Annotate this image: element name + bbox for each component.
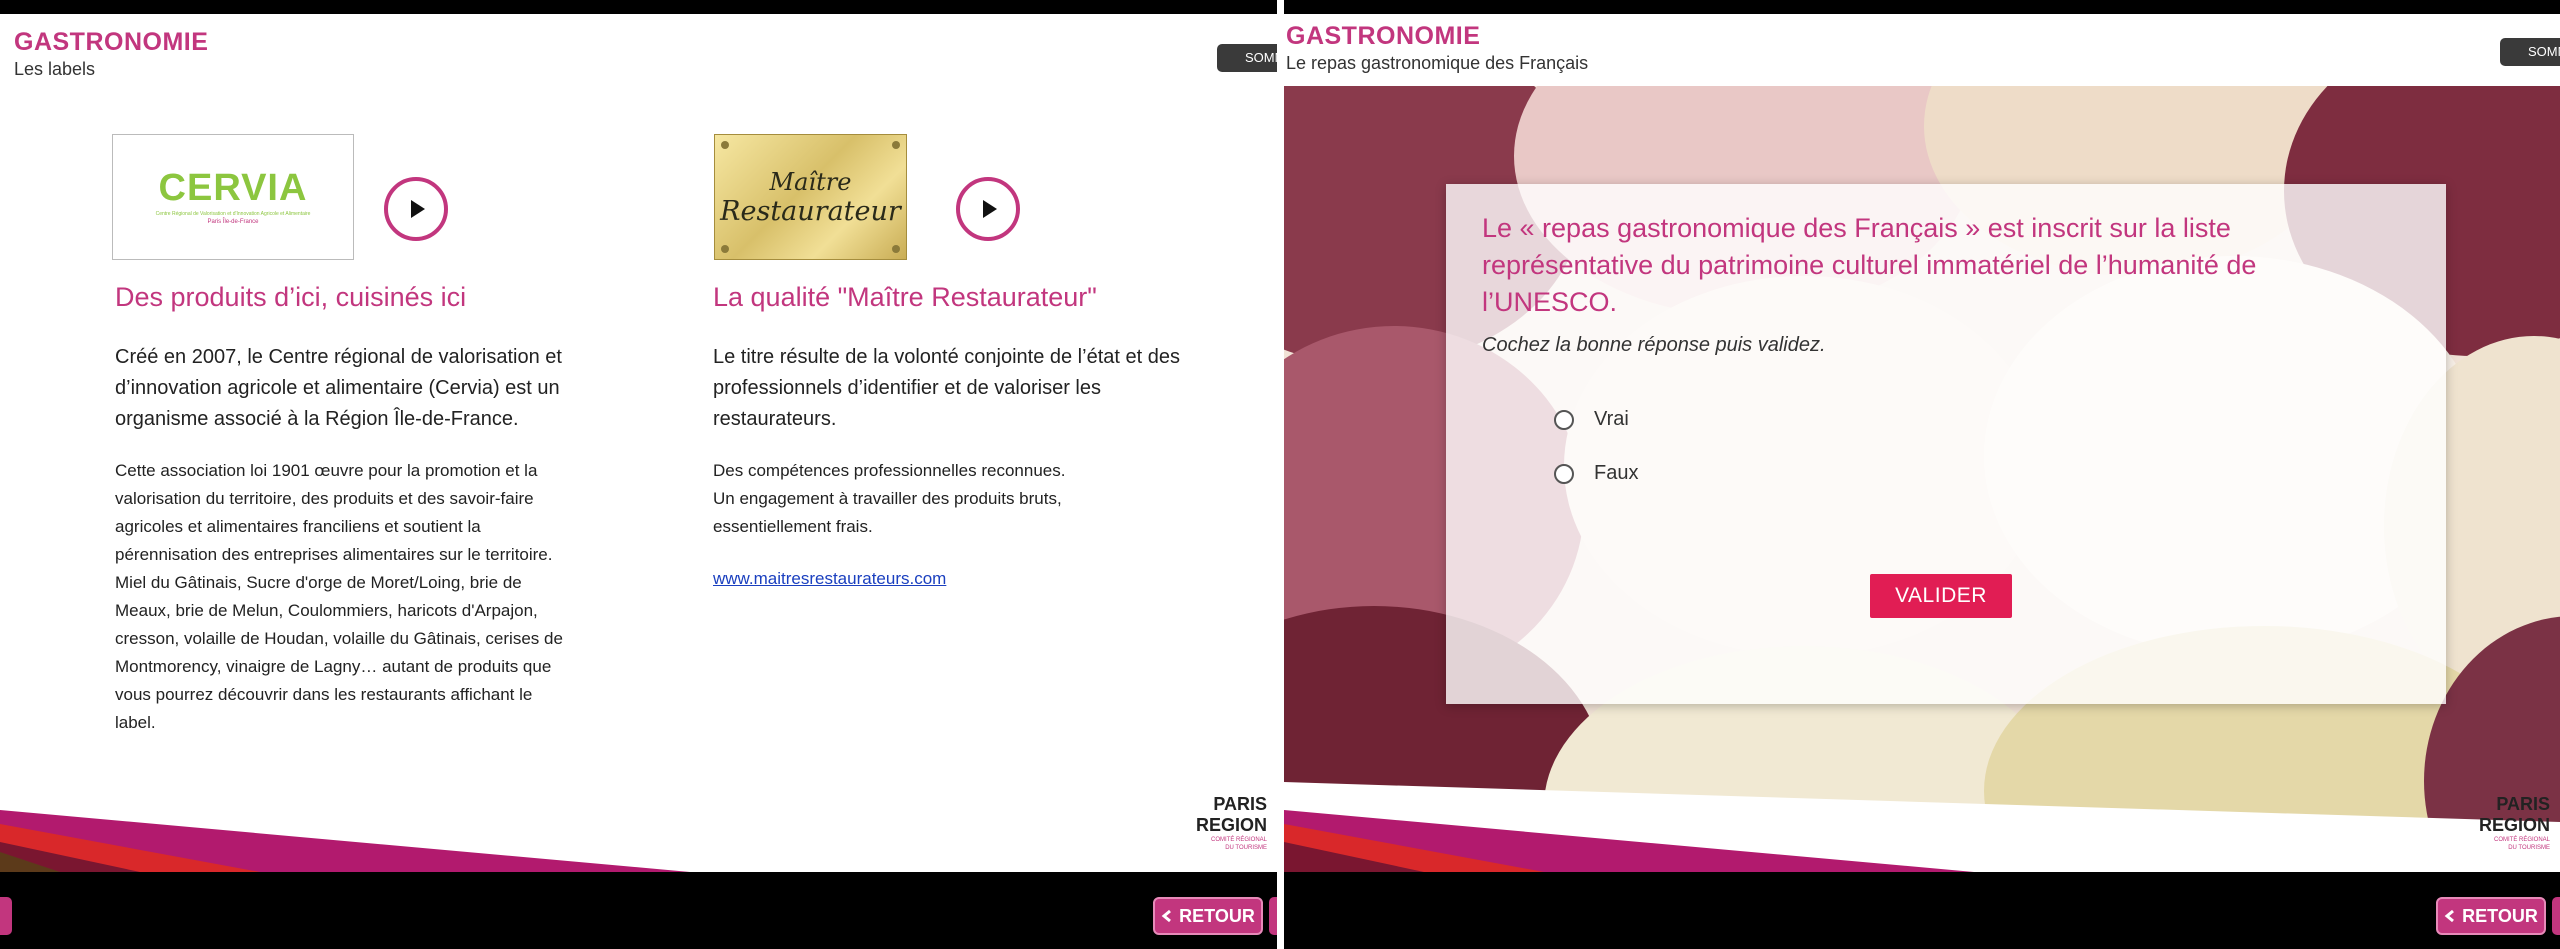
previous-tab[interactable] <box>0 897 12 935</box>
text-line: agricoles et alimentaires franciliens et… <box>115 517 481 536</box>
text-line: représentative du patrimoine culturel im… <box>1482 250 2257 280</box>
section-title: GASTRONOMIE <box>1286 22 1481 50</box>
left-screen: GASTRONOMIE Les labels SOMMAIRE CERVIA C… <box>0 0 1277 949</box>
chevron-left-icon <box>2444 909 2455 923</box>
maitres-restaurateurs-link[interactable]: www.maitresrestaurateurs.com <box>713 569 946 589</box>
decorative-swoosh <box>1284 782 2560 872</box>
right-screen: GASTRONOMIE Le repas gastronomique des F… <box>1284 0 2560 949</box>
brand-small-1: COMITÉ RÉGIONAL <box>2493 837 2550 843</box>
maitre-restaurateur-logo: Maître Restaurateur <box>714 134 907 260</box>
cervia-logo: CERVIA Centre Régional de Valorisation e… <box>112 134 354 260</box>
next-tab[interactable] <box>1269 897 1277 935</box>
text-line: Le titre résulte de la volonté conjointe… <box>713 346 1180 368</box>
page-subtitle: Les labels <box>14 58 96 79</box>
quiz-card: Le « repas gastronomique des Français » … <box>1446 184 2446 704</box>
radio-button[interactable] <box>1554 463 1574 484</box>
text-line: organisme associé à la Région Île-de-Fra… <box>115 408 519 430</box>
brand-line-1: PARIS <box>1213 794 1267 814</box>
radio-button[interactable] <box>1554 409 1574 430</box>
sommaire-button[interactable]: SOMMAIRE <box>2500 38 2560 66</box>
page-subtitle: Le repas gastronomique des Français <box>1286 52 1589 73</box>
text-line: vous pourrez découvrir dans les restaura… <box>115 685 533 704</box>
plaque-line-2: Restaurateur <box>720 195 901 227</box>
text-line: d’innovation agricole et alimentaire (Ce… <box>115 377 560 399</box>
screen-divider <box>1277 0 1284 949</box>
brand-line-2: REGION <box>2478 815 2550 835</box>
rivet <box>892 245 900 253</box>
labels-slide: GASTRONOMIE Les labels SOMMAIRE CERVIA C… <box>0 14 1277 872</box>
text-line: Le « repas gastronomique des Français » … <box>1482 213 2231 243</box>
text-line: Miel du Gâtinais, Sucre d'orge de Moret/… <box>115 573 522 592</box>
quiz-question: Le « repas gastronomique des Français » … <box>1482 210 2382 321</box>
section-title: GASTRONOMIE <box>14 28 209 56</box>
retour-button[interactable]: RETOUR <box>1153 897 1263 935</box>
text-line: label. <box>115 713 156 732</box>
plaque-line-1: Maître <box>769 167 852 196</box>
slide-header: GASTRONOMIE Le repas gastronomique des F… <box>1286 22 1588 74</box>
cervia-body-paragraph: Cette association loi 1901 œuvre pour la… <box>115 457 563 737</box>
brand-line-1: PARIS <box>2496 794 2550 814</box>
text-line: professionnels d’identifier et de valori… <box>713 377 1101 399</box>
play-icon <box>411 200 425 218</box>
maitre-lead-paragraph: Le titre résulte de la volonté conjointe… <box>713 342 1180 435</box>
paris-region-logo: PARIS REGION COMITÉ RÉGIONAL DU TOURISME <box>1196 794 1267 852</box>
option-faux[interactable]: Faux <box>1554 462 1638 485</box>
text-line: cresson, volaille de Houdan, volaille du… <box>115 629 563 648</box>
brand-small-2: DU TOURISME <box>1225 845 1267 851</box>
text-line: valorisation du territoire, des produits… <box>115 489 534 508</box>
quiz-instruction: Cochez la bonne réponse puis validez. <box>1482 334 1826 356</box>
brand-line-2: REGION <box>1195 815 1267 835</box>
option-label: Vrai <box>1594 408 1629 430</box>
text-line: restaurateurs. <box>713 408 837 430</box>
rivet <box>721 245 729 253</box>
rivet <box>721 141 729 149</box>
brand-small-1: COMITÉ RÉGIONAL <box>1210 837 1267 843</box>
option-label: Faux <box>1594 462 1639 484</box>
option-vrai[interactable]: Vrai <box>1554 408 1629 431</box>
cervia-lead-paragraph: Créé en 2007, le Centre régional de valo… <box>115 342 562 435</box>
chevron-left-icon <box>1161 909 1172 923</box>
retour-button[interactable]: RETOUR <box>2436 897 2546 935</box>
text-line: Un engagement à travailler des produits … <box>713 489 1062 508</box>
cervia-logo-tagline: Centre Régional de Valorisation et d'Inn… <box>155 211 311 217</box>
text-line: l’UNESCO. <box>1482 287 1618 317</box>
rivet <box>892 141 900 149</box>
text-line: Des compétences professionnelles reconnu… <box>713 461 1066 480</box>
retour-label: RETOUR <box>1179 905 1255 926</box>
text-line: Créé en 2007, le Centre régional de valo… <box>115 346 562 368</box>
decorative-swoosh <box>0 810 690 872</box>
valider-button[interactable]: VALIDER <box>1870 574 2012 618</box>
maitre-play-button[interactable] <box>956 177 1020 241</box>
next-tab[interactable] <box>2552 897 2560 935</box>
text-line: Meaux, brie de Melun, Coulommiers, haric… <box>115 601 538 620</box>
slide-header: GASTRONOMIE Les labels <box>14 28 208 80</box>
cervia-logo-word: CERVIA <box>158 167 308 209</box>
cervia-play-button[interactable] <box>384 177 448 241</box>
quiz-slide: GASTRONOMIE Le repas gastronomique des F… <box>1284 14 2560 872</box>
sommaire-button[interactable]: SOMMAIRE <box>1217 44 1277 72</box>
brand-small-2: DU TOURISME <box>2508 845 2550 851</box>
retour-label: RETOUR <box>2462 905 2538 926</box>
cervia-logo-region: Paris Île-de-France <box>207 219 259 225</box>
maitre-section-title: La qualité "Maître Restaurateur" <box>713 282 1097 312</box>
text-line: Montmorency, vinaigre de Lagny… autant d… <box>115 657 552 676</box>
maitre-body-paragraph: Des compétences professionnelles reconnu… <box>713 457 1065 541</box>
text-line: essentiellement frais. <box>713 517 873 536</box>
text-line: pérennisation des entreprises alimentair… <box>115 545 553 564</box>
paris-region-logo: PARIS REGION COMITÉ RÉGIONAL DU TOURISME <box>2479 794 2550 852</box>
text-line: Cette association loi 1901 œuvre pour la… <box>115 461 538 480</box>
cervia-section-title: Des produits d’ici, cuisinés ici <box>115 282 467 312</box>
play-icon <box>983 200 997 218</box>
